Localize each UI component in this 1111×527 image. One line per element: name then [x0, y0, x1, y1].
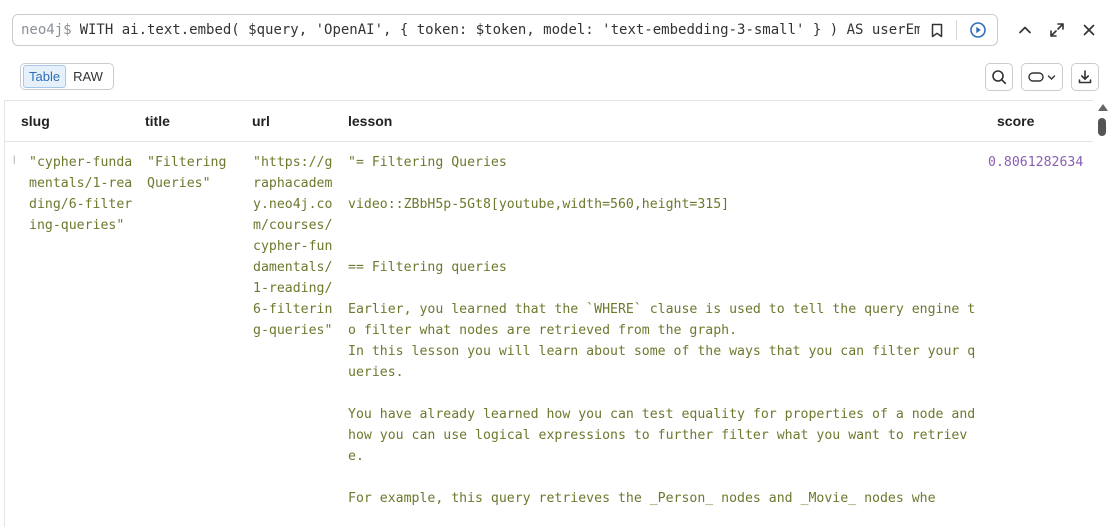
display-options-dropdown[interactable] [1021, 63, 1063, 91]
vertical-scrollbar[interactable] [1093, 100, 1111, 527]
bookmark-icon[interactable] [926, 19, 948, 41]
table-row: | "cypher-fundamentals/1-reading/6-filte… [5, 142, 1093, 527]
download-icon [1078, 70, 1092, 84]
query-text[interactable]: WITH ai.text.embed( $query, 'OpenAI', { … [80, 22, 920, 38]
column-header-score[interactable]: score [997, 113, 1034, 129]
chevron-up-icon[interactable] [1013, 18, 1037, 42]
query-editor[interactable]: neo4j$ WITH ai.text.embed( $query, 'Open… [12, 14, 998, 46]
result-tools [985, 63, 1099, 91]
column-header-title[interactable]: title [145, 113, 170, 129]
column-header-lesson[interactable]: lesson [348, 113, 392, 129]
run-query-icon[interactable] [967, 19, 989, 41]
raw-view-button[interactable]: RAW [68, 66, 108, 87]
cell-score: 0.8061282634 [988, 155, 1084, 170]
row-marker: | [13, 154, 16, 164]
cell-slug: "cypher-fundamentals/1-reading/6-filteri… [29, 155, 133, 233]
search-icon [992, 70, 1007, 85]
frame-controls [1013, 18, 1101, 42]
query-prompt: neo4j$ [21, 22, 72, 38]
table-header: slug title url lesson score [5, 100, 1093, 142]
column-header-slug[interactable]: slug [21, 113, 50, 129]
query-bar-divider [956, 20, 957, 40]
scroll-up-arrow-icon[interactable] [1098, 104, 1108, 111]
download-button[interactable] [1071, 63, 1099, 91]
scrollbar-thumb[interactable] [1098, 118, 1106, 136]
search-button[interactable] [985, 63, 1013, 91]
close-icon[interactable] [1077, 18, 1101, 42]
column-header-url[interactable]: url [252, 113, 270, 129]
chevron-down-icon [1047, 74, 1056, 80]
cell-lesson: "= Filtering Queries video::ZBbH5p-5Gt8[… [348, 155, 976, 506]
view-mode-toggle: Table RAW [20, 63, 114, 90]
cell-title: "Filtering Queries" [147, 155, 235, 191]
expand-icon[interactable] [1045, 18, 1069, 42]
table-view-button[interactable]: Table [23, 65, 67, 88]
results-table: slug title url lesson score | "cypher-fu… [4, 100, 1111, 527]
pill-shape-icon [1028, 72, 1044, 82]
cell-url: "https://graphacademy.neo4j.com/courses/… [253, 155, 333, 338]
